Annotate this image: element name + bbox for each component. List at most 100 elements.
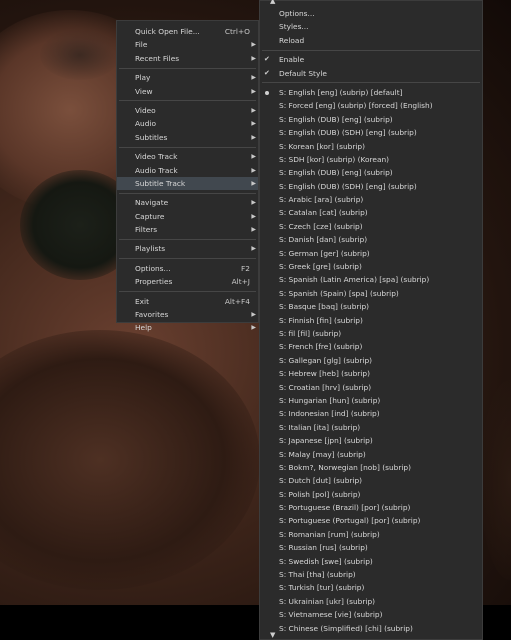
menu-item-subtitles[interactable]: Subtitles ▶ bbox=[117, 131, 258, 144]
subtitle-track-item[interactable]: S: Bokm?, Norwegian [nob] (subrip) bbox=[260, 461, 482, 474]
scroll-up-arrow-icon[interactable]: ▲ bbox=[270, 0, 275, 5]
menu-item-label: Properties bbox=[135, 277, 173, 287]
menu-item-options[interactable]: Options... F2 bbox=[117, 262, 258, 275]
subtitle-track-label: S: Turkish [tur] (subrip) bbox=[279, 583, 365, 593]
subtitle-track-item[interactable]: S: Finnish [fin] (subrip) bbox=[260, 314, 482, 327]
subtitle-track-item[interactable]: S: Hungarian [hun] (subrip) bbox=[260, 394, 482, 407]
menu-item-audio-track[interactable]: Audio Track ▶ bbox=[117, 164, 258, 177]
menu-separator bbox=[119, 100, 256, 102]
menu-separator bbox=[119, 291, 256, 293]
subtitle-track-item[interactable]: S: Russian [rus] (subrip) bbox=[260, 541, 482, 554]
subtitle-track-item[interactable]: S: Turkish [tur] (subrip) bbox=[260, 581, 482, 594]
menu-item-favorites[interactable]: Favorites ▶ bbox=[117, 308, 258, 321]
subtitle-track-label: S: Gallegan [glg] (subrip) bbox=[279, 355, 373, 365]
subtitle-track-item[interactable]: S: Basque [baq] (subrip) bbox=[260, 300, 482, 313]
subtitle-track-item[interactable]: S: Croatian [hrv] (subrip) bbox=[260, 381, 482, 394]
subtitle-track-item[interactable]: S: Danish [dan] (subrip) bbox=[260, 233, 482, 246]
subtitle-track-item[interactable]: S: Thai [tha] (subrip) bbox=[260, 568, 482, 581]
subtitle-track-item[interactable]: S: Swedish [swe] (subrip) bbox=[260, 555, 482, 568]
subtitle-track-label: S: Ukrainian [ukr] (subrip) bbox=[279, 596, 376, 606]
menu-separator bbox=[119, 192, 256, 194]
subtitle-track-item[interactable]: S: English (DUB) (SDH) [eng] (subrip) bbox=[260, 126, 482, 139]
chevron-right-icon: ▶ bbox=[251, 166, 256, 174]
subtitle-track-item[interactable]: S: Italian [ita] (subrip) bbox=[260, 421, 482, 434]
menu-item-filters[interactable]: Filters ▶ bbox=[117, 223, 258, 236]
chevron-right-icon: ▶ bbox=[251, 87, 256, 95]
menu-item-recent-files[interactable]: Recent Files ▶ bbox=[117, 52, 258, 65]
chevron-right-icon: ▶ bbox=[251, 245, 256, 253]
menu-item-label: Audio Track bbox=[135, 165, 178, 175]
menu-item-play[interactable]: Play ▶ bbox=[117, 71, 258, 84]
subtitle-track-label: S: Basque [baq] (subrip) bbox=[279, 302, 370, 312]
scroll-down-arrow-icon[interactable]: ▼ bbox=[270, 631, 275, 639]
subtitle-default-style-item[interactable]: ✔ Default Style bbox=[260, 67, 482, 80]
menu-item-playlists[interactable]: Playlists ▶ bbox=[117, 242, 258, 255]
subtitle-track-label: S: SDH [kor] (subrip) (Korean) bbox=[279, 154, 390, 164]
menu-item-label: Video bbox=[135, 105, 156, 115]
subtitle-styles-item[interactable]: Styles... bbox=[260, 20, 482, 33]
subtitle-track-item[interactable]: S: Ukrainian [ukr] (subrip) bbox=[260, 595, 482, 608]
subtitle-track-label: S: Czech [cze] (subrip) bbox=[279, 221, 363, 231]
menu-item-exit[interactable]: Exit Alt+F4 bbox=[117, 295, 258, 308]
subtitle-track-label: S: Polish [pol] (subrip) bbox=[279, 489, 361, 499]
subtitle-track-item[interactable]: S: Catalan [cat] (subrip) bbox=[260, 206, 482, 219]
subtitle-track-label: S: Malay [may] (subrip) bbox=[279, 449, 366, 459]
menu-item-navigate[interactable]: Navigate ▶ bbox=[117, 196, 258, 209]
subtitle-track-item[interactable]: S: Czech [cze] (subrip) bbox=[260, 220, 482, 233]
subtitle-track-item[interactable]: S: Vietnamese [vie] (subrip) bbox=[260, 608, 482, 621]
subtitle-track-item[interactable]: S: English (DUB) [eng] (subrip) bbox=[260, 113, 482, 126]
menu-item-properties[interactable]: Properties Alt+J bbox=[117, 275, 258, 288]
subtitle-track-label: S: Croatian [hrv] (subrip) bbox=[279, 382, 372, 392]
subtitle-track-item[interactable]: S: English [eng] (subrip) [default] bbox=[260, 86, 482, 99]
subtitle-track-label: S: Finnish [fin] (subrip) bbox=[279, 315, 363, 325]
menu-item-audio[interactable]: Audio ▶ bbox=[117, 117, 258, 130]
subtitle-track-item[interactable]: S: Arabic [ara] (subrip) bbox=[260, 193, 482, 206]
subtitle-track-label: S: English (DUB) [eng] (subrip) bbox=[279, 114, 393, 124]
menu-item-label: Help bbox=[135, 323, 152, 333]
subtitle-track-item[interactable]: S: Japanese [jpn] (subrip) bbox=[260, 434, 482, 447]
subtitle-track-label: S: Portuguese (Portugal) [por] (subrip) bbox=[279, 516, 421, 526]
menu-item-quick-open-file[interactable]: Quick Open File... Ctrl+O bbox=[117, 25, 258, 38]
subtitle-track-item[interactable]: S: English (DUB) (SDH) [eng] (subrip) bbox=[260, 180, 482, 193]
subtitle-track-item[interactable]: S: SDH [kor] (subrip) (Korean) bbox=[260, 153, 482, 166]
menu-item-video[interactable]: Video ▶ bbox=[117, 104, 258, 117]
chevron-right-icon: ▶ bbox=[251, 199, 256, 207]
subtitle-track-item[interactable]: S: French [fre] (subrip) bbox=[260, 340, 482, 353]
subtitle-track-item[interactable]: S: Romanian [rum] (subrip) bbox=[260, 528, 482, 541]
subtitle-track-label: S: Danish [dan] (subrip) bbox=[279, 235, 368, 245]
subtitle-track-item[interactable]: S: Indonesian [ind] (subrip) bbox=[260, 407, 482, 420]
subtitle-track-item[interactable]: S: Korean [kor] (subrip) bbox=[260, 140, 482, 153]
menu-item-label: Quick Open File... bbox=[135, 27, 200, 36]
menu-item-file[interactable]: File ▶ bbox=[117, 38, 258, 51]
subtitle-track-label: S: Portuguese (Brazil) [por] (subrip) bbox=[279, 503, 411, 513]
subtitle-track-item[interactable]: S: fil [fil] (subrip) bbox=[260, 327, 482, 340]
menu-item-label: Video Track bbox=[135, 152, 178, 162]
subtitle-track-item[interactable]: S: Portuguese (Brazil) [por] (subrip) bbox=[260, 501, 482, 514]
subtitle-options-item[interactable]: Options... bbox=[260, 7, 482, 20]
subtitle-track-item[interactable]: S: Spanish (Spain) [spa] (subrip) bbox=[260, 287, 482, 300]
subtitle-enable-item[interactable]: ✔ Enable bbox=[260, 53, 482, 66]
subtitle-track-item[interactable]: S: Polish [pol] (subrip) bbox=[260, 488, 482, 501]
subtitle-track-item[interactable]: S: Gallegan [glg] (subrip) bbox=[260, 354, 482, 367]
menu-item-label: View bbox=[135, 86, 153, 96]
menu-item-view[interactable]: View ▶ bbox=[117, 85, 258, 98]
menu-item-capture[interactable]: Capture ▶ bbox=[117, 210, 258, 223]
menu-item-label: Options... bbox=[135, 263, 171, 273]
subtitle-track-item[interactable]: S: German [ger] (subrip) bbox=[260, 247, 482, 260]
subtitle-track-label: S: English (DUB) (SDH) [eng] (subrip) bbox=[279, 181, 417, 191]
subtitle-track-item[interactable]: S: Spanish (Latin America) [spa] (subrip… bbox=[260, 273, 482, 286]
subtitle-track-item[interactable]: S: Greek [gre] (subrip) bbox=[260, 260, 482, 273]
subtitle-track-item[interactable]: S: Forced [eng] (subrip) [forced] (Engli… bbox=[260, 99, 482, 112]
shortcut-label: Alt+J bbox=[231, 277, 250, 287]
subtitle-reload-item[interactable]: Reload bbox=[260, 34, 482, 47]
subtitle-track-item[interactable]: S: English (DUB) [eng] (subrip) bbox=[260, 166, 482, 179]
subtitle-track-item[interactable]: S: Chinese (Simplified) [chi] (subrip) bbox=[260, 622, 482, 635]
menu-item-video-track[interactable]: Video Track ▶ bbox=[117, 150, 258, 163]
subtitle-track-item[interactable]: S: Hebrew [heb] (subrip) bbox=[260, 367, 482, 380]
menu-item-help[interactable]: Help ▶ bbox=[117, 321, 258, 334]
subtitle-track-item[interactable]: S: Malay [may] (subrip) bbox=[260, 448, 482, 461]
subtitle-track-item[interactable]: S: Portuguese (Portugal) [por] (subrip) bbox=[260, 514, 482, 527]
shortcut-label: Alt+F4 bbox=[224, 296, 250, 306]
menu-item-subtitle-track[interactable]: Subtitle Track ▶ bbox=[117, 176, 258, 191]
subtitle-track-item[interactable]: S: Dutch [dut] (subrip) bbox=[260, 474, 482, 487]
